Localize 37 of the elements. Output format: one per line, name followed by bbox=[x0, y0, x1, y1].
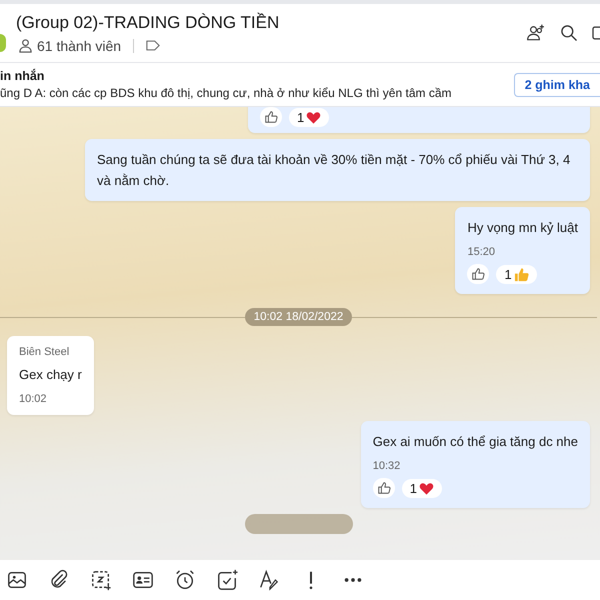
group-avatar bbox=[0, 34, 6, 52]
group-title: (Group 02)-TRADING DÒNG TIỀN bbox=[16, 12, 280, 32]
tag-icon[interactable] bbox=[146, 40, 160, 51]
screenshot-icon[interactable] bbox=[90, 569, 112, 591]
message-time: 10:02 bbox=[19, 393, 48, 405]
message-time: 10:32 bbox=[372, 460, 402, 472]
thumbs-up-icon bbox=[471, 267, 486, 281]
like-button[interactable] bbox=[467, 264, 490, 284]
reaction-count[interactable]: 1 bbox=[402, 478, 442, 498]
date-label: 10:02 18/02/2022 bbox=[244, 308, 352, 326]
message-time: 15:20 bbox=[467, 246, 496, 258]
message-text: Gex ai muốn có thể gia tăng dc nhe bbox=[372, 433, 578, 451]
task-checkbox-icon[interactable] bbox=[216, 569, 238, 591]
reaction-count[interactable]: 1 bbox=[496, 264, 537, 284]
thumbs-up-icon bbox=[376, 481, 391, 495]
contact-card-icon[interactable] bbox=[132, 569, 154, 591]
thumbs-up-icon bbox=[514, 266, 529, 282]
alarm-clock-icon[interactable] bbox=[174, 569, 196, 591]
heart-icon bbox=[418, 480, 434, 496]
sender-name: Biên Steel bbox=[19, 346, 70, 358]
pinned-count-button[interactable]: 2 ghim kha bbox=[514, 72, 600, 96]
add-member-icon[interactable] bbox=[526, 23, 546, 43]
member-count[interactable]: 61 thành viên bbox=[37, 38, 122, 54]
message-text: Gex chạy r bbox=[19, 366, 82, 384]
image-icon[interactable] bbox=[6, 569, 28, 591]
like-button[interactable] bbox=[372, 478, 395, 498]
text-format-icon[interactable] bbox=[258, 569, 280, 591]
search-icon[interactable] bbox=[559, 23, 579, 43]
message-text: Hy vọng mn kỷ luật bbox=[467, 219, 578, 237]
person-icon bbox=[18, 38, 33, 53]
pinned-title: in nhắn bbox=[0, 69, 46, 83]
reaction-count[interactable]: 1 bbox=[289, 108, 330, 126]
message-text: Sang tuần chúng ta sẽ đưa tài khoản về 30% tiền mặt - 70% cổ phiếu vài Thứ 3, 4 và nằm chờ. bbox=[97, 151, 572, 190]
like-button[interactable] bbox=[260, 107, 282, 127]
pinned-message[interactable]: ũng D A: còn các cp BDS khu đô thị, chung cư, nhà ở như kiểu NLG thì yên tâm cầm bbox=[0, 86, 452, 100]
heart-icon bbox=[306, 110, 322, 124]
thumbs-up-icon bbox=[264, 110, 278, 124]
